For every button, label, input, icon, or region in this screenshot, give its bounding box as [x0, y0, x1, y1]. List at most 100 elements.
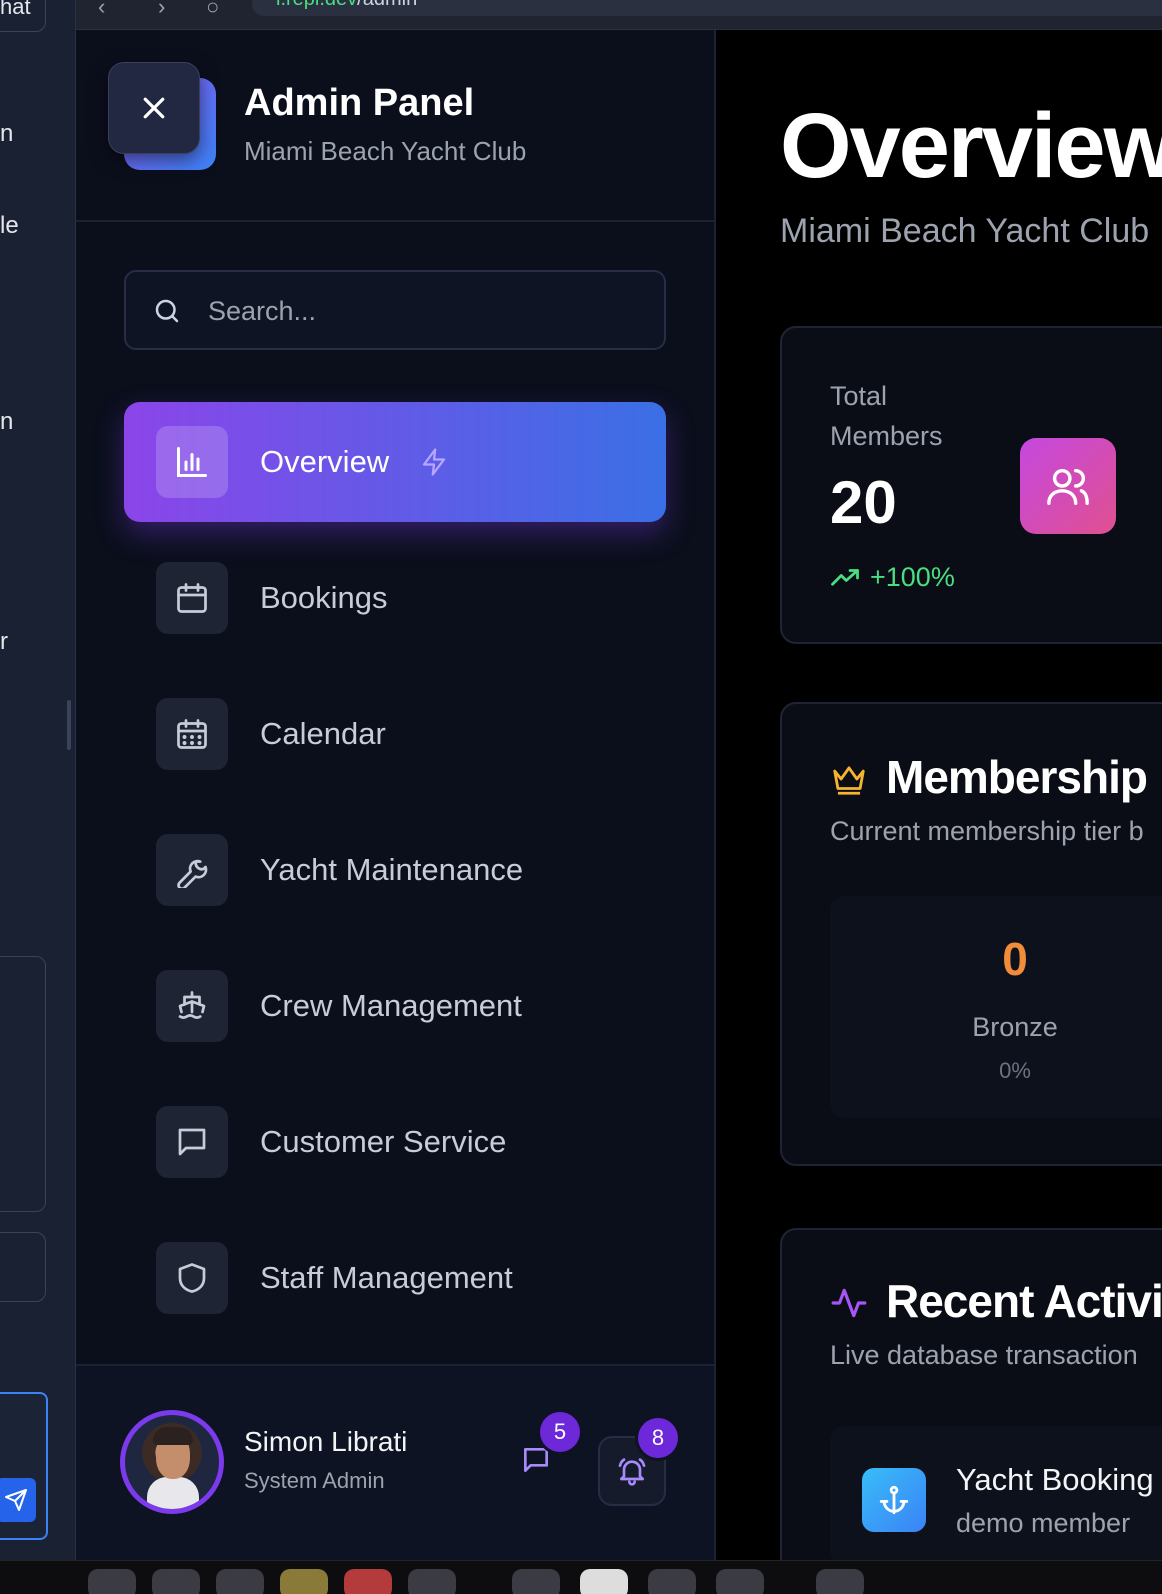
shield-icon — [178, 1263, 206, 1293]
membership-card: Membership Current membership tier b 0 B… — [780, 702, 1162, 1166]
stat-value: 20 — [830, 469, 897, 536]
user-role: System Admin — [244, 1468, 385, 1493]
send-icon — [5, 1489, 27, 1511]
dock-app-icon[interactable] — [152, 1569, 200, 1594]
stat-card-total-members: Total Members 20 +100% — [780, 326, 1162, 644]
anchor-icon — [879, 1485, 909, 1515]
nav-label: Bookings — [260, 580, 388, 615]
nav-label: Customer Service — [260, 1124, 507, 1159]
recent-activity-card: Recent Activit Live database transaction… — [780, 1228, 1162, 1594]
sidebar: Admin Panel Miami Beach Yacht Club Overv… — [76, 30, 716, 1560]
activity-item[interactable]: Yacht Booking demo member — [830, 1426, 1162, 1566]
page-title: Overview — [780, 95, 1162, 197]
dock-app-icon[interactable] — [580, 1569, 628, 1594]
nav-label: Yacht Maintenance — [260, 852, 524, 887]
search-input[interactable] — [208, 288, 628, 334]
background-panel — [0, 956, 46, 1212]
nav-icon-box — [156, 834, 228, 906]
url-host: l.repl.dev — [276, 0, 357, 10]
background-text: r — [0, 628, 8, 655]
nav-icon-box — [156, 1242, 228, 1314]
nav-item-crew-management[interactable]: Crew Management — [124, 946, 666, 1066]
dock-app-icon[interactable] — [88, 1569, 136, 1594]
dock-app-icon[interactable] — [408, 1569, 456, 1594]
nav-item-overview[interactable]: Overview — [124, 402, 666, 522]
recent-activity-description: Live database transaction — [830, 1340, 1138, 1370]
nav-label: Overview — [260, 444, 390, 479]
background-text: n — [0, 120, 14, 147]
nav-label: Calendar — [260, 716, 386, 751]
resize-handle[interactable] — [67, 700, 71, 750]
stat-label: Total Members — [830, 381, 943, 451]
nav-item-customer-service[interactable]: Customer Service — [124, 1082, 666, 1202]
tier-percent: 0% — [999, 1058, 1031, 1083]
dock-app-icon[interactable] — [344, 1569, 392, 1594]
nav-item-calendar[interactable]: Calendar — [124, 674, 666, 794]
search-icon — [155, 299, 179, 323]
nav-item-staff-management[interactable]: Staff Management — [124, 1218, 666, 1338]
anchor-icon-box — [862, 1468, 926, 1532]
nav-label: Staff Management — [260, 1260, 513, 1295]
members-icon-box — [1020, 438, 1116, 534]
messages-button[interactable]: 5 — [516, 1412, 580, 1480]
dock — [0, 1560, 1162, 1594]
close-sidebar-button[interactable] — [108, 62, 200, 154]
url-path: /admin — [357, 0, 417, 10]
membership-description: Current membership tier b — [830, 816, 1144, 846]
main-content: Overview Miami Beach Yacht Club Total Me… — [716, 30, 1162, 1594]
trending-up-icon — [831, 568, 859, 586]
tier-name: Bronze — [972, 1012, 1058, 1042]
forward-icon[interactable]: › — [158, 0, 165, 20]
sidebar-subtitle: Miami Beach Yacht Club — [244, 136, 527, 166]
dock-app-icon[interactable] — [716, 1569, 764, 1594]
notifications-button[interactable]: 8 — [598, 1418, 678, 1506]
nav-icon-box — [156, 562, 228, 634]
tier-count: 0 — [1002, 933, 1028, 985]
dock-app-icon[interactable] — [512, 1569, 560, 1594]
ship-icon — [178, 991, 206, 1019]
dock-app-icon[interactable] — [648, 1569, 696, 1594]
sidebar-footer: Simon Librati System Admin 5 8 — [76, 1364, 714, 1560]
nav-icon-box — [156, 970, 228, 1042]
tier-bronze: 0 Bronze 0% — [830, 896, 1162, 1118]
nav-item-yacht-maintenance[interactable]: Yacht Maintenance — [124, 810, 666, 930]
sidebar-header: Admin Panel Miami Beach Yacht Club — [76, 30, 714, 222]
activity-title: Yacht Booking — [956, 1462, 1154, 1497]
stat-trend: +100% — [830, 562, 955, 593]
page-subtitle: Miami Beach Yacht Club — [780, 212, 1150, 250]
nav-item-bookings[interactable]: Bookings — [124, 538, 666, 658]
background-text: hat — [0, 0, 31, 19]
message-icon — [524, 1448, 548, 1472]
nav-label: Crew Management — [260, 988, 522, 1023]
screen: hat n le n r ‹ › ○ l.repl.dev/admin Admi… — [0, 0, 1162, 1594]
bell-icon — [618, 1458, 646, 1486]
membership-title: Membership — [886, 751, 1148, 803]
lightning-icon — [419, 447, 449, 477]
dock-app-icon[interactable] — [216, 1569, 264, 1594]
nav-icon-box — [156, 698, 228, 770]
avatar-figure — [153, 1427, 193, 1445]
background-text: n — [0, 408, 14, 435]
search-box[interactable] — [124, 270, 666, 350]
wrench-icon — [177, 859, 208, 888]
recent-activity-title: Recent Activit — [886, 1275, 1162, 1327]
browser-toolbar: ‹ › ○ l.repl.dev/admin — [76, 0, 1162, 30]
user-name: Simon Librati — [244, 1426, 408, 1457]
background-text: le — [0, 212, 19, 239]
messages-badge: 5 — [540, 1412, 580, 1452]
sidebar-title: Admin Panel — [244, 82, 475, 124]
activity-icon — [831, 1288, 867, 1318]
background-window: hat n le n r — [0, 0, 76, 1560]
stat-trend-value: +100% — [870, 562, 955, 592]
nav-icon-box — [156, 426, 228, 498]
nav-icon-box — [156, 1106, 228, 1178]
address-bar[interactable]: l.repl.dev/admin — [252, 0, 1162, 16]
back-icon[interactable]: ‹ — [98, 0, 105, 20]
dock-app-icon[interactable] — [816, 1569, 864, 1594]
send-button[interactable] — [0, 1478, 36, 1522]
dock-app-icon[interactable] — [280, 1569, 328, 1594]
reload-icon[interactable]: ○ — [206, 0, 219, 20]
avatar-figure — [147, 1477, 199, 1509]
avatar[interactable] — [120, 1410, 224, 1514]
activity-subtitle: demo member — [956, 1508, 1131, 1538]
